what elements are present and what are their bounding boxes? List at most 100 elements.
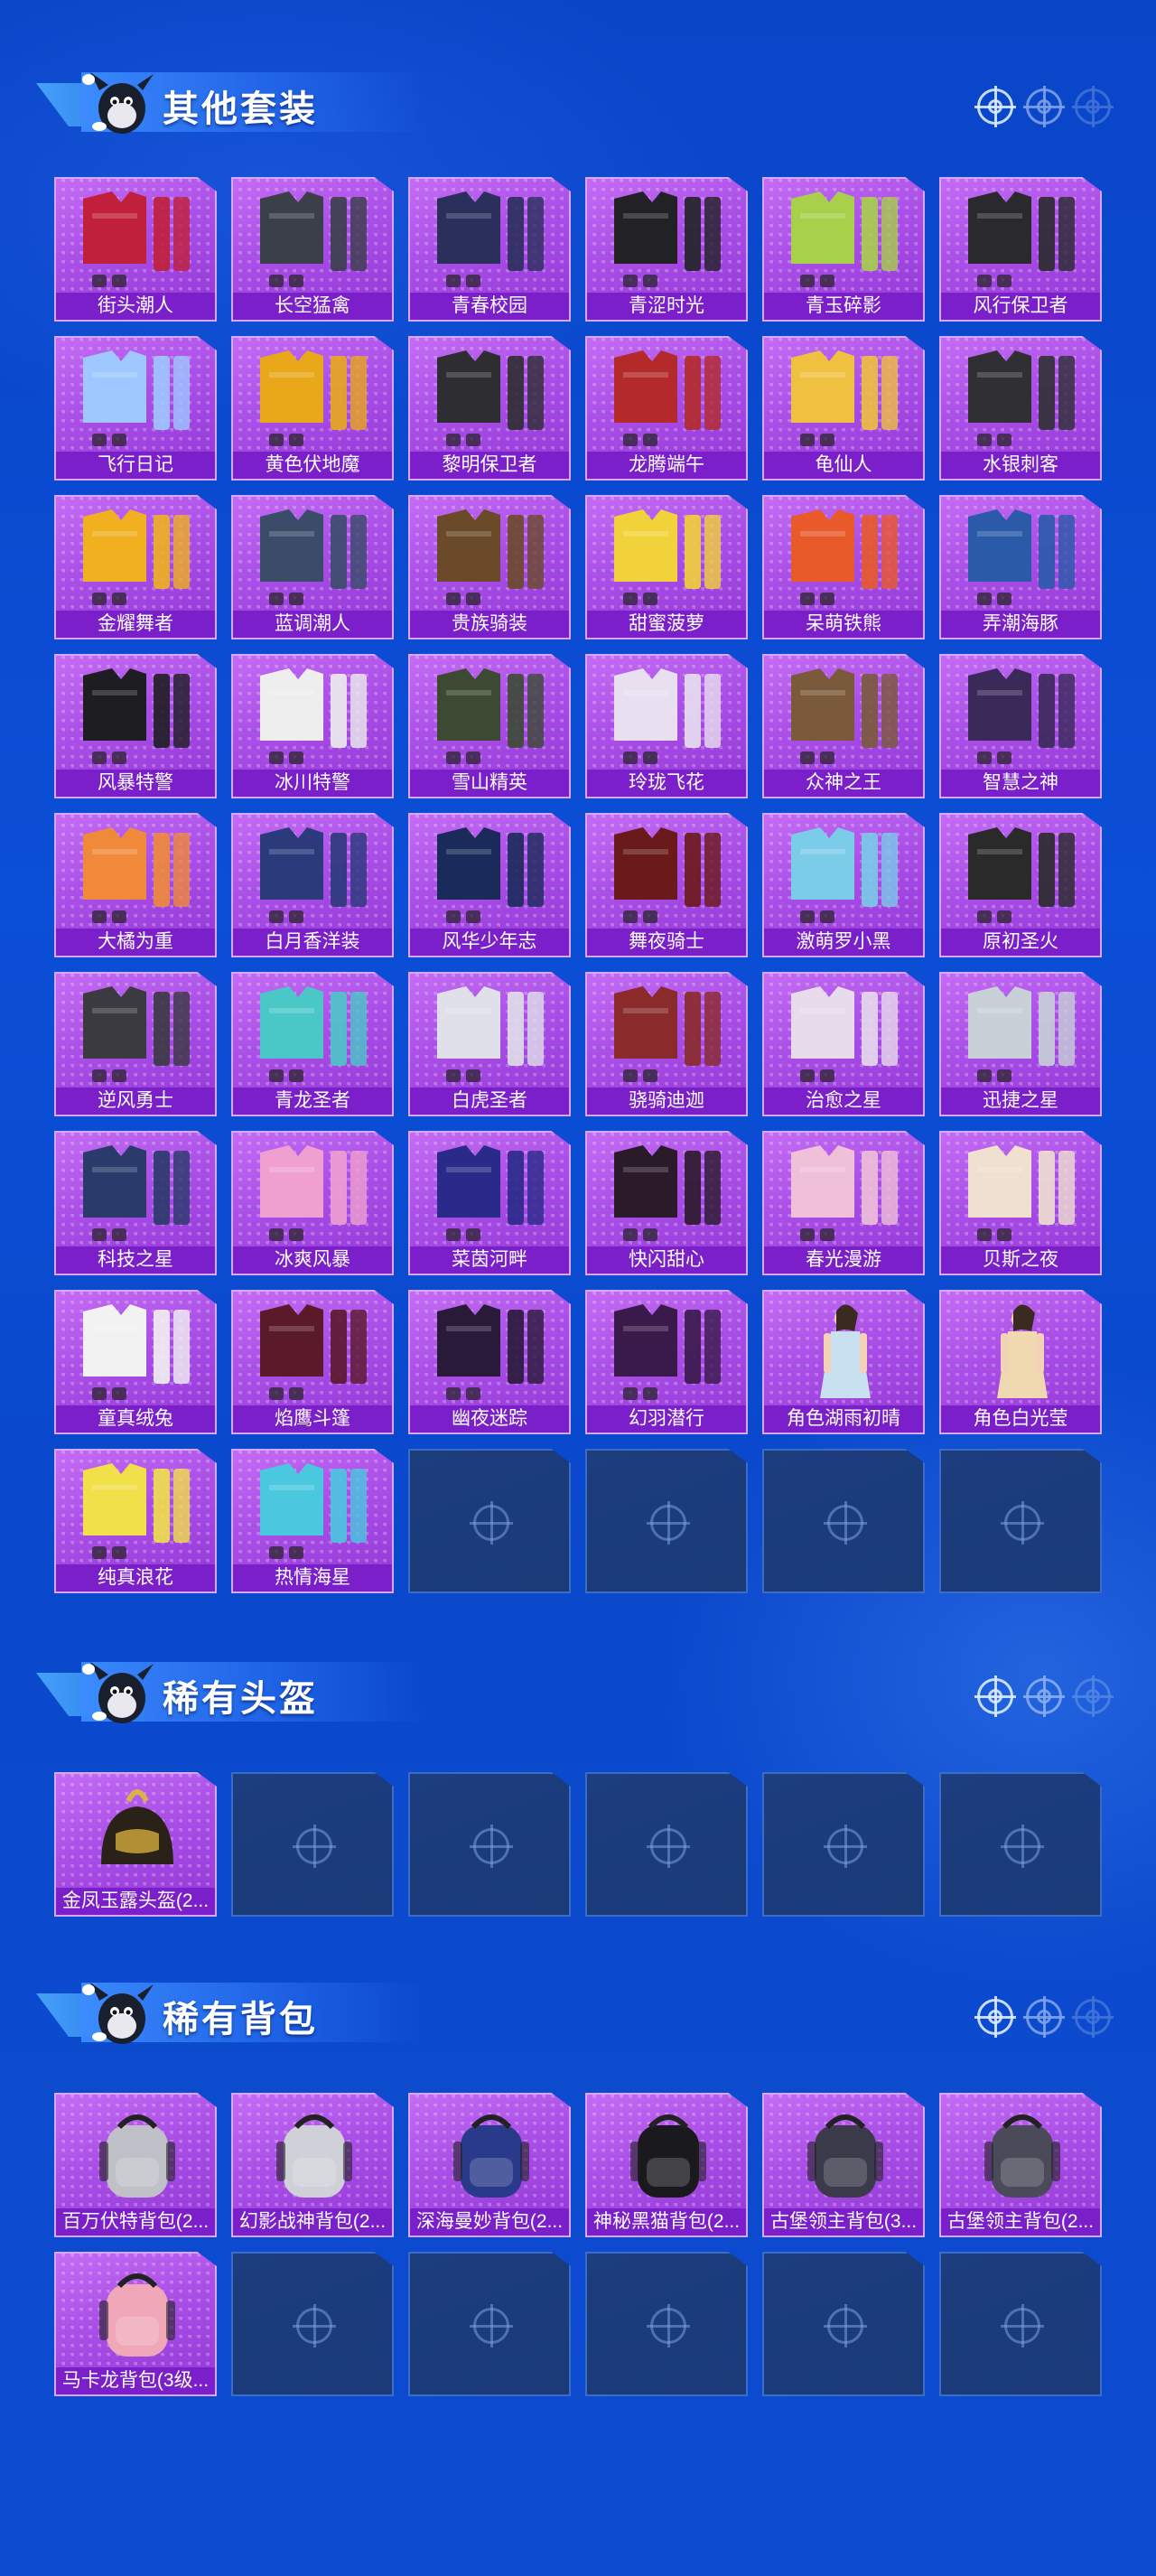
item-label: 焰鹰斗篷 [233, 1405, 392, 1433]
outfit-icon [260, 191, 367, 287]
item-card[interactable]: 风华少年志 [408, 813, 571, 957]
item-card[interactable]: 蓝调潮人 [231, 495, 394, 639]
empty-slot [762, 1449, 925, 1593]
outfit-icon [260, 668, 367, 764]
item-card[interactable]: 迅捷之星 [939, 972, 1102, 1116]
item-label: 飞行日记 [56, 452, 215, 479]
item-card[interactable]: 水银刺客 [939, 336, 1102, 481]
item-card[interactable]: 玲珑飞花 [585, 654, 748, 798]
item-card[interactable]: 百万伏特背包(2... [54, 2093, 217, 2237]
item-card[interactable]: 龙腾端午 [585, 336, 748, 481]
item-label: 古堡领主背包(2... [941, 2208, 1100, 2235]
item-card[interactable]: 风行保卫者 [939, 177, 1102, 322]
item-card[interactable]: 幻羽潜行 [585, 1290, 748, 1434]
item-label: 骁骑迪迦 [587, 1087, 746, 1115]
crosshair-icon [470, 1825, 513, 1868]
item-card[interactable]: 菜茵河畔 [408, 1131, 571, 1275]
item-card[interactable]: 青龙圣者 [231, 972, 394, 1116]
item-card[interactable]: 弄潮海豚 [939, 495, 1102, 639]
item-label: 白虎圣者 [410, 1087, 569, 1115]
item-card[interactable]: 风暴特警 [54, 654, 217, 798]
item-card[interactable]: 快闪甜心 [585, 1131, 748, 1275]
backpack-icon [630, 2114, 706, 2198]
item-label: 冰爽风暴 [233, 1246, 392, 1274]
outfit-icon [968, 191, 1075, 287]
empty-slot [939, 1772, 1102, 1917]
item-label: 大橘为重 [56, 929, 215, 956]
outfit-icon [83, 1145, 190, 1241]
crosshair-icon [293, 2304, 336, 2347]
outfit-icon [437, 1304, 544, 1400]
empty-slot [408, 1449, 571, 1593]
outfit-icon [83, 191, 190, 287]
outfit-icon [614, 1304, 721, 1400]
item-card[interactable]: 冰爽风暴 [231, 1131, 394, 1275]
item-card[interactable]: 治愈之星 [762, 972, 925, 1116]
item-label: 金凤玉露头盔(2... [56, 1888, 215, 1915]
item-card[interactable]: 黄色伏地魔 [231, 336, 394, 481]
item-label: 龟仙人 [764, 452, 923, 479]
item-card[interactable]: 马卡龙背包(3级... [54, 2252, 217, 2396]
item-card[interactable]: 春光漫游 [762, 1131, 925, 1275]
item-card[interactable]: 角色湖雨初晴 [762, 1290, 925, 1434]
item-card[interactable]: 热情海星 [231, 1449, 394, 1593]
item-card[interactable]: 青春校园 [408, 177, 571, 322]
page-indicator [974, 1996, 1114, 2038]
item-card[interactable]: 黎明保卫者 [408, 336, 571, 481]
item-card[interactable]: 街头潮人 [54, 177, 217, 322]
item-card[interactable]: 青涩时光 [585, 177, 748, 322]
item-card[interactable]: 幽夜迷踪 [408, 1290, 571, 1434]
item-label: 纯真浪花 [56, 1564, 215, 1591]
item-card[interactable]: 众神之王 [762, 654, 925, 798]
item-card[interactable]: 激萌罗小黑 [762, 813, 925, 957]
outfit-icon [437, 509, 544, 605]
item-card[interactable]: 贵族骑装 [408, 495, 571, 639]
item-card[interactable]: 长空猛禽 [231, 177, 394, 322]
outfit-icon [437, 1145, 544, 1241]
item-card[interactable]: 深海曼妙背包(2... [408, 2093, 571, 2237]
item-card[interactable]: 白月香洋装 [231, 813, 394, 957]
item-card[interactable]: 甜蜜菠萝 [585, 495, 748, 639]
item-label: 白月香洋装 [233, 929, 392, 956]
mascot-icon [82, 1662, 154, 1723]
item-card[interactable]: 贝斯之夜 [939, 1131, 1102, 1275]
item-card[interactable]: 大橘为重 [54, 813, 217, 957]
crosshair-icon [824, 1825, 867, 1868]
outfit-icon [791, 1145, 898, 1241]
outfit-icon [83, 986, 190, 1082]
crosshair-icon [824, 1501, 867, 1545]
item-card[interactable]: 龟仙人 [762, 336, 925, 481]
item-card[interactable]: 雪山精英 [408, 654, 571, 798]
item-card[interactable]: 科技之星 [54, 1131, 217, 1275]
item-card[interactable]: 原初圣火 [939, 813, 1102, 957]
item-label: 逆风勇士 [56, 1087, 215, 1115]
item-card[interactable]: 幻影战神背包(2... [231, 2093, 394, 2237]
item-label: 金耀舞者 [56, 611, 215, 638]
item-card[interactable]: 呆萌铁熊 [762, 495, 925, 639]
item-card[interactable]: 神秘黑猫背包(2... [585, 2093, 748, 2237]
item-card[interactable]: 焰鹰斗篷 [231, 1290, 394, 1434]
outfit-icon [791, 827, 898, 923]
item-card[interactable]: 金凤玉露头盔(2... [54, 1772, 217, 1917]
crosshair-icon [974, 1996, 1016, 2038]
outfit-icon [260, 986, 367, 1082]
item-card[interactable]: 舞夜骑士 [585, 813, 748, 957]
item-card[interactable]: 纯真浪花 [54, 1449, 217, 1593]
item-card[interactable]: 逆风勇士 [54, 972, 217, 1116]
item-card[interactable]: 智慧之神 [939, 654, 1102, 798]
item-label: 众神之王 [764, 770, 923, 797]
item-card[interactable]: 飞行日记 [54, 336, 217, 481]
crosshair-icon [647, 1825, 690, 1868]
item-card[interactable]: 青玉碎影 [762, 177, 925, 322]
item-label: 呆萌铁熊 [764, 611, 923, 638]
item-card[interactable]: 童真绒兔 [54, 1290, 217, 1434]
item-card[interactable]: 骁骑迪迦 [585, 972, 748, 1116]
item-card[interactable]: 古堡领主背包(2... [939, 2093, 1102, 2237]
item-card[interactable]: 冰川特警 [231, 654, 394, 798]
item-card[interactable]: 角色白光莹 [939, 1290, 1102, 1434]
item-card[interactable]: 古堡领主背包(3... [762, 2093, 925, 2237]
item-card[interactable]: 金耀舞者 [54, 495, 217, 639]
item-card[interactable]: 白虎圣者 [408, 972, 571, 1116]
item-label: 角色湖雨初晴 [764, 1405, 923, 1433]
item-label: 春光漫游 [764, 1246, 923, 1274]
